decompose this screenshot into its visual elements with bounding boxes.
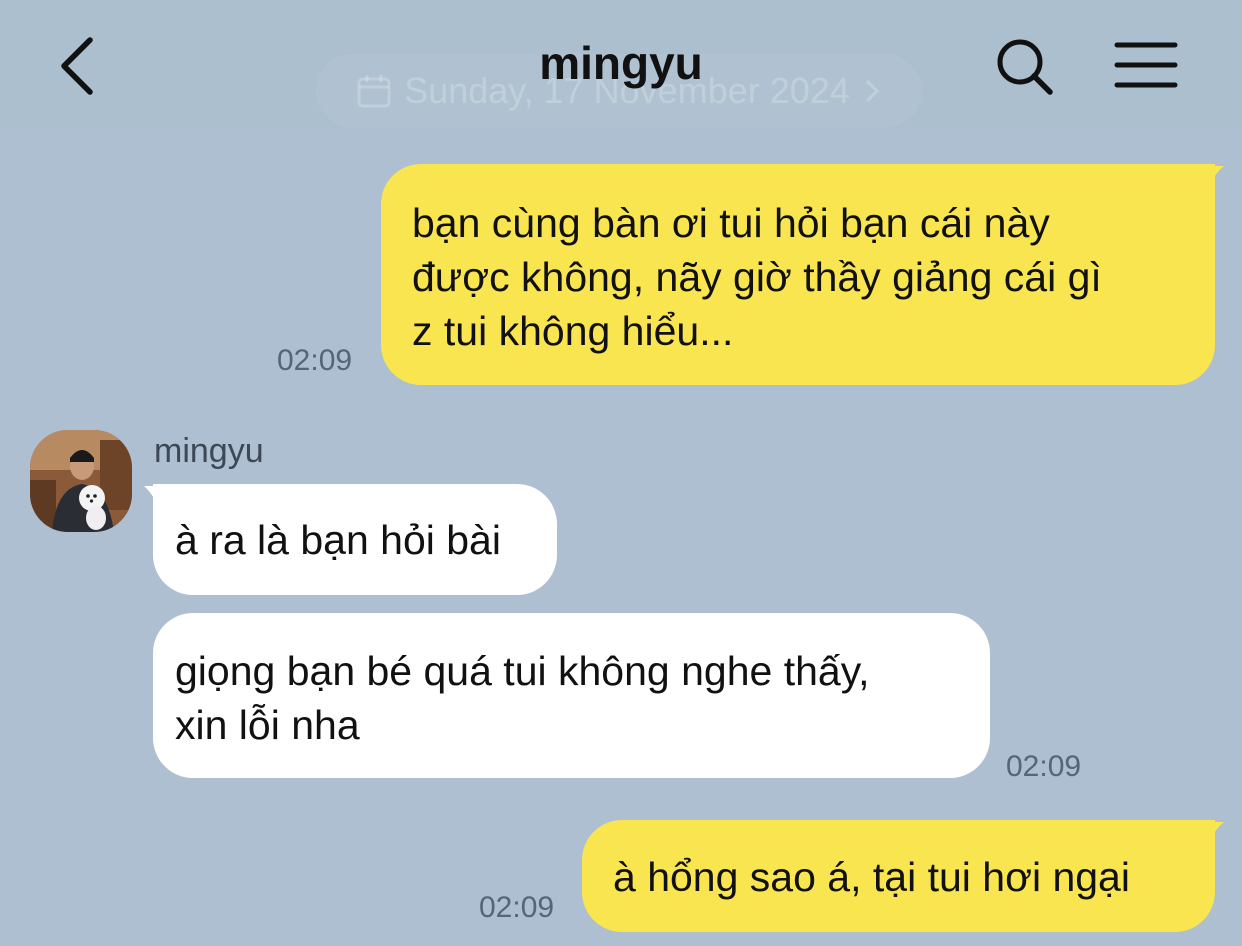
message-timestamp: 02:09 <box>479 891 555 924</box>
message-line: giọng bạn bé quá tui không nghe thấy, <box>175 648 870 694</box>
message-bubble[interactable]: bạn cùng bàn ơi tui hỏi bạn cái này được… <box>381 164 1215 385</box>
chat-header: Sunday, 17 November 2024 mingyu <box>0 0 1242 130</box>
message-line: được không, nãy giờ thầy giảng cái gì <box>412 254 1102 300</box>
avatar-photo <box>30 430 132 532</box>
message-timestamp: 02:09 <box>1006 750 1082 783</box>
sender-name: mingyu <box>154 432 264 470</box>
menu-button[interactable] <box>1114 40 1178 90</box>
message-bubble[interactable]: à ra là bạn hỏi bài <box>153 484 557 595</box>
menu-icon <box>1114 42 1178 88</box>
search-button[interactable] <box>994 36 1056 98</box>
search-icon <box>997 39 1053 95</box>
message-timestamp: 02:09 <box>277 344 353 377</box>
message-line: à ra là bạn hỏi bài <box>175 517 501 563</box>
message-line: bạn cùng bàn ơi tui hỏi bạn cái này <box>412 200 1050 246</box>
message-line: à hổng sao á, tại tui hơi ngại <box>613 854 1130 900</box>
message-bubble[interactable]: à hổng sao á, tại tui hơi ngại <box>582 820 1215 932</box>
message-line: z tui không hiểu... <box>412 308 734 354</box>
avatar[interactable] <box>30 430 132 532</box>
message-bubble[interactable]: giọng bạn bé quá tui không nghe thấy, xi… <box>153 613 990 778</box>
message-line: xin lỗi nha <box>175 702 360 748</box>
